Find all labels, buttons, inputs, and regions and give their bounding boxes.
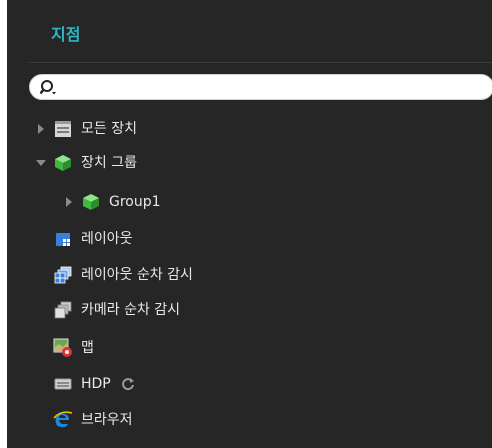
group-cube-icon: [81, 192, 101, 212]
tree-item-hdp[interactable]: HDP: [53, 372, 135, 396]
title-divider: [29, 62, 492, 63]
search-input[interactable]: [64, 78, 478, 98]
tree-item-label: 맵: [81, 340, 94, 356]
tree-item-label: Group1: [109, 194, 161, 210]
tree-item-map[interactable]: 맵: [53, 336, 94, 360]
collapse-arrow-icon[interactable]: [35, 159, 47, 167]
tree-item-label: 레이아웃 순차 감시: [81, 267, 193, 283]
camera-sequence-icon: [53, 300, 73, 320]
search-box[interactable]: [29, 74, 492, 100]
tree-item-label: 카메라 순차 감시: [81, 302, 181, 318]
browser-icon: [53, 410, 73, 430]
sites-panel: 지점 모든 장치 장치 그룹 Group1 레이아웃 레이아웃 순차 감시 카메…: [7, 0, 492, 448]
tree-item-device-group[interactable]: 장치 그룹: [35, 151, 137, 175]
tree-item-browser[interactable]: 브라우저: [53, 408, 133, 432]
panel-title: 지점: [51, 25, 81, 44]
device-group-icon: [53, 153, 73, 173]
tree-item-layout-sequence[interactable]: 레이아웃 순차 감시: [53, 263, 193, 287]
hdp-icon: [53, 374, 73, 394]
layout-icon: [53, 229, 73, 249]
map-icon: [53, 338, 73, 358]
tree-item-label: 레이아웃: [81, 231, 133, 247]
tree-item-label: 브라우저: [81, 412, 133, 428]
tree-item-group1[interactable]: Group1: [63, 190, 161, 214]
expand-arrow-icon[interactable]: [63, 197, 75, 207]
tree-item-label: 장치 그룹: [81, 155, 137, 171]
tree-item-label: 모든 장치: [81, 121, 137, 137]
device-list-icon: [53, 119, 73, 139]
refresh-icon[interactable]: [121, 377, 135, 391]
expand-arrow-icon[interactable]: [35, 124, 47, 134]
tree-item-camera-sequence[interactable]: 카메라 순차 감시: [53, 298, 180, 322]
tree-item-layout[interactable]: 레이아웃: [53, 227, 133, 251]
layout-sequence-icon: [53, 265, 73, 285]
tree-item-all-devices[interactable]: 모든 장치: [35, 117, 137, 141]
tree-item-label: HDP: [81, 376, 111, 392]
search-icon[interactable]: [39, 79, 60, 101]
